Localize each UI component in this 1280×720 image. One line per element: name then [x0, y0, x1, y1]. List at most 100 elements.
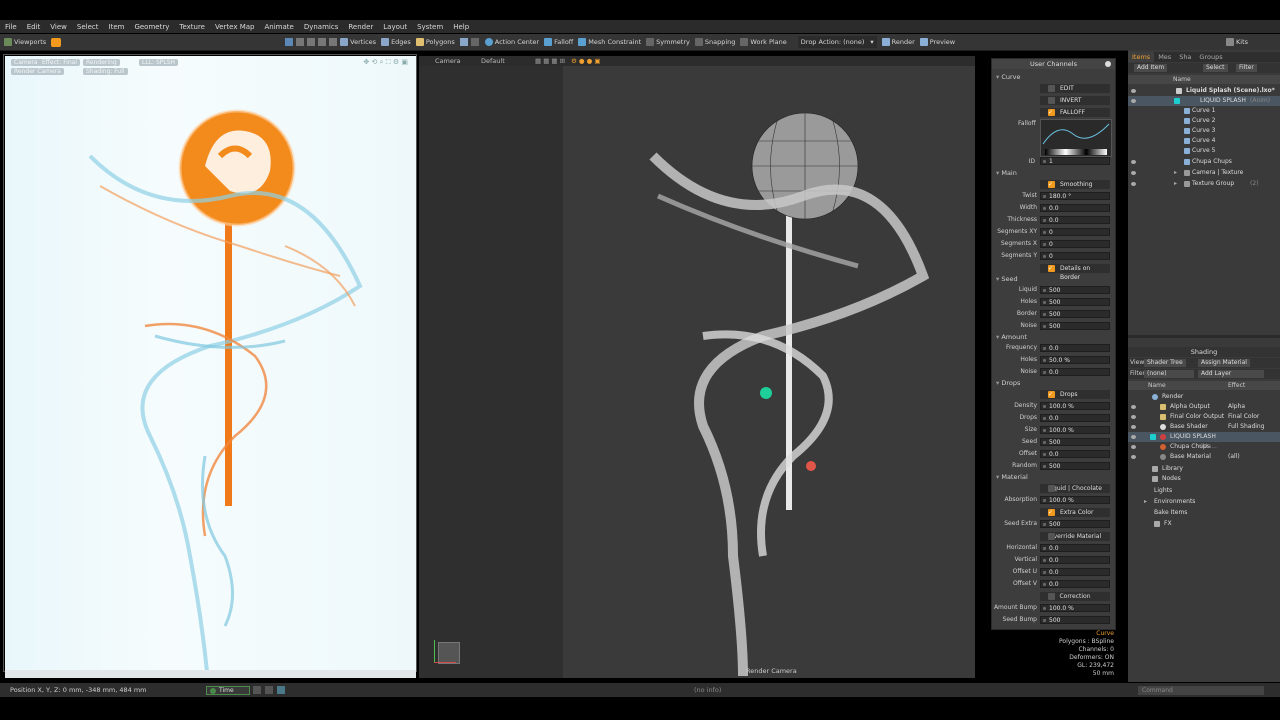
amount-holes-field[interactable]: 50.0 % — [1040, 356, 1110, 364]
tree-item-scene[interactable]: Liquid Splash (Scene).lxo* — [1128, 86, 1280, 96]
details-border-toggle[interactable]: Details on Border — [992, 263, 1115, 281]
kits-button[interactable]: Kits — [1226, 36, 1248, 48]
invert-toggle[interactable]: INVERT — [992, 95, 1115, 106]
section-curve[interactable]: Curve — [996, 73, 1020, 81]
visibility-icon[interactable] — [1131, 455, 1136, 459]
curve-handle-green[interactable] — [760, 387, 772, 399]
snapping-button[interactable]: Snapping — [694, 36, 735, 48]
shader-row-lights[interactable]: Lights — [1128, 486, 1280, 496]
menu-vertex-map[interactable]: Vertex Map — [210, 23, 260, 31]
menu-animate[interactable]: Animate — [259, 23, 298, 31]
vertices-button[interactable]: Vertices — [340, 36, 376, 48]
visibility-icon[interactable] — [1131, 445, 1136, 449]
tree-item-texture-group[interactable]: ▸ Texture Group (2) — [1128, 179, 1280, 189]
extra-color-toggle[interactable]: Extra Color — [992, 507, 1115, 518]
select-button[interactable]: Select — [1203, 64, 1228, 72]
offset-field[interactable]: 0.0 — [1040, 450, 1110, 458]
menu-help[interactable]: Help — [448, 23, 474, 31]
seed-extra-field[interactable]: 500 — [1040, 520, 1110, 528]
menu-layout[interactable]: Layout — [378, 23, 412, 31]
visibility-icon[interactable] — [1131, 171, 1136, 175]
tree-item-camera-texture[interactable]: ▸ Camera | Texture — [1128, 168, 1280, 178]
menu-select[interactable]: Select — [72, 23, 104, 31]
vertical-field[interactable]: 0.0 — [1040, 556, 1110, 564]
shader-row-render[interactable]: Render — [1128, 392, 1280, 402]
section-main[interactable]: Main — [996, 169, 1017, 177]
visibility-icon[interactable] — [1131, 160, 1136, 164]
preview-button[interactable]: Preview — [919, 36, 955, 48]
polygons-button[interactable]: Polygons — [415, 36, 455, 48]
tree-item-curve-2[interactable]: Curve 2 — [1128, 116, 1280, 126]
curve-handle-red[interactable] — [806, 461, 816, 471]
visibility-icon[interactable] — [1131, 405, 1136, 409]
panel-splitter[interactable] — [1128, 335, 1280, 338]
menu-file[interactable]: File — [0, 23, 22, 31]
visibility-icon[interactable] — [1131, 99, 1136, 103]
menu-edit[interactable]: Edit — [22, 23, 46, 31]
default-tab[interactable]: Default — [481, 57, 505, 65]
tab-shading[interactable]: Sha — [1175, 52, 1195, 62]
drops-seed-field[interactable]: 500 — [1040, 438, 1110, 446]
visibility-icon[interactable] — [1131, 182, 1136, 186]
mode-dropdown-icon[interactable] — [470, 38, 479, 46]
items-mode-icon[interactable] — [459, 38, 468, 46]
smoothing-toggle[interactable]: Smoothing — [992, 179, 1115, 190]
tree-item-liquid-splash[interactable]: LIQUID SPLASH (Anim) — [1128, 96, 1280, 106]
visibility-icon[interactable] — [1131, 415, 1136, 419]
drops-toggle[interactable]: Drops — [992, 389, 1115, 400]
view-dropdown[interactable]: Shader Tree — [1144, 359, 1186, 367]
menu-system[interactable]: System — [412, 23, 448, 31]
add-item-button[interactable]: Add Item — [1134, 64, 1168, 72]
shader-row-final-color-output[interactable]: Final Color Output Final Color — [1128, 412, 1280, 422]
drop-action-dropdown[interactable]: Drop Action: (none) ▾ — [797, 36, 877, 48]
section-material[interactable]: Material — [996, 473, 1027, 481]
timeline-play-icon[interactable] — [277, 686, 285, 694]
section-amount[interactable]: Amount — [996, 333, 1027, 341]
width-field[interactable]: 0.0 — [1040, 204, 1110, 212]
size-field[interactable]: 100.0 % — [1040, 426, 1110, 434]
menu-view[interactable]: View — [45, 23, 72, 31]
edit-toggle[interactable]: EDIT — [992, 83, 1115, 94]
falloff-button[interactable]: Falloff — [544, 36, 573, 48]
border-field[interactable]: 500 — [1040, 310, 1110, 318]
viewport-layout-icons[interactable]: ▦ ▦ ▦ ⊞ — [535, 57, 565, 65]
render-viewport[interactable]: Camera Effect: Final Rendering LLL: SPLS… — [5, 56, 416, 670]
shader-row-fx[interactable]: FX — [1128, 519, 1280, 529]
menu-dynamics[interactable]: Dynamics — [299, 23, 344, 31]
expand-icon[interactable]: ▸ — [1174, 168, 1177, 178]
amount-noise-field[interactable]: 0.0 — [1040, 368, 1110, 376]
tab-items[interactable]: Items — [1128, 52, 1155, 62]
segments-x-field[interactable]: 0 — [1040, 240, 1110, 248]
shader-row-alpha-output[interactable]: Alpha Output Alpha — [1128, 402, 1280, 412]
filter-dropdown[interactable]: (none) — [1144, 370, 1194, 378]
menu-texture[interactable]: Texture — [174, 23, 210, 31]
menu-render[interactable]: Render — [343, 23, 378, 31]
tree-item-curve-5[interactable]: Curve 5 — [1128, 146, 1280, 156]
filter-button[interactable]: Filter — [1236, 64, 1257, 72]
frequency-field[interactable]: 0.0 — [1040, 344, 1110, 352]
edges-button[interactable]: Edges — [381, 36, 411, 48]
scale-icon[interactable] — [318, 38, 327, 46]
close-icon[interactable] — [1105, 61, 1111, 67]
render-button[interactable]: Render — [881, 36, 915, 48]
shader-row-nodes[interactable]: Nodes — [1128, 474, 1280, 484]
tab-mesh[interactable]: Mes — [1154, 52, 1175, 62]
correction-button[interactable]: Correction — [992, 591, 1115, 602]
menu-item[interactable]: Item — [104, 23, 130, 31]
segments-y-field[interactable]: 0 — [1040, 252, 1110, 260]
shader-row-chupa-chups[interactable]: Chupa Chups (Ma... — [1128, 442, 1280, 452]
visibility-icon[interactable] — [1131, 435, 1136, 439]
liquid-chocolate-button[interactable]: Liquid | Chocolate — [992, 483, 1115, 494]
menu-geometry[interactable]: Geometry — [129, 23, 174, 31]
shader-row-environments[interactable]: ▸ Environments — [1128, 497, 1280, 507]
expand-icon[interactable]: ▸ — [1174, 179, 1177, 189]
mesh-constraint-button[interactable]: Mesh Constraint — [578, 36, 641, 48]
symmetry-button[interactable]: Symmetry — [646, 36, 690, 48]
seed-bump-field[interactable]: 500 — [1040, 616, 1110, 624]
command-input[interactable]: Command — [1138, 686, 1264, 695]
tree-item-curve-4[interactable]: Curve 4 — [1128, 136, 1280, 146]
thickness-field[interactable]: 0.0 — [1040, 216, 1110, 224]
assign-material-button[interactable]: Assign Material — [1198, 359, 1250, 367]
element-icon[interactable] — [329, 38, 338, 46]
horizontal-field[interactable]: 0.0 — [1040, 544, 1110, 552]
